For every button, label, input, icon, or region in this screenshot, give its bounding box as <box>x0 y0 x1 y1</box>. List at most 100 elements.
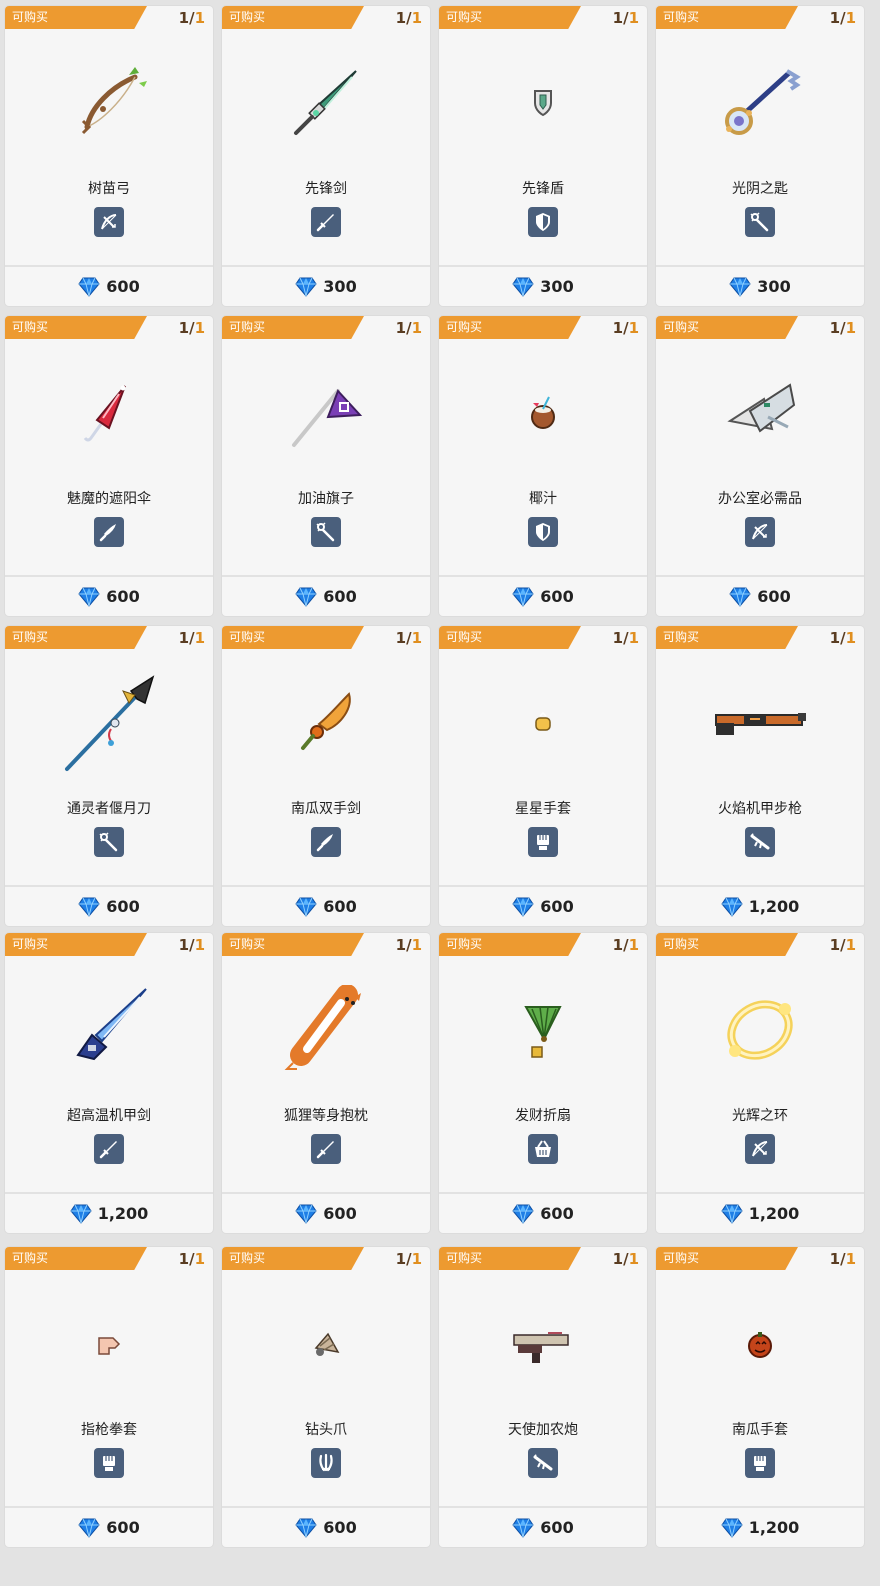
stock-current: 1 <box>178 9 190 27</box>
stock-max: 1 <box>411 1250 422 1268</box>
shop-item-card[interactable]: 可购买 1/1 发财折扇 600 <box>439 933 647 1233</box>
shop-item-card[interactable]: 可购买 1/1 狐狸等身抱枕 600 <box>222 933 430 1233</box>
shop-item-card[interactable]: 可购买 1/1 魅魔的遮阳伞 600 <box>5 316 213 616</box>
shop-item-card[interactable]: 可购买 1/1 南瓜手套 1,200 <box>656 1247 864 1547</box>
stock-max: 1 <box>628 9 639 27</box>
price-button[interactable]: 600 <box>656 577 864 616</box>
stock-max: 1 <box>628 319 639 337</box>
stock-counter: 1/1 <box>613 318 639 338</box>
shop-item-card[interactable]: 可购买 1/1 火焰机甲步枪 1,200 <box>656 626 864 926</box>
shop-item-card[interactable]: 可购买 1/1 星星手套 600 <box>439 626 647 926</box>
shop-item-card[interactable]: 可购买 1/1 南瓜双手剑 600 <box>222 626 430 926</box>
purchasable-tag: 可购买 <box>439 626 581 649</box>
purchasable-label: 可购买 <box>12 10 49 24</box>
gem-icon <box>78 277 100 297</box>
gem-icon <box>512 897 534 917</box>
purchasable-tag: 可购买 <box>222 316 364 339</box>
shop-item-card[interactable]: 可购买 1/1 加油旗子 600 <box>222 316 430 616</box>
purchasable-label: 可购买 <box>446 1251 483 1265</box>
shop-item-card[interactable]: 可购买 1/1 指枪拳套 600 <box>5 1247 213 1547</box>
purchasable-tag: 可购买 <box>5 6 147 29</box>
parasol-icon <box>5 342 213 484</box>
price-value: 600 <box>540 897 574 916</box>
item-name: 南瓜手套 <box>732 1422 788 1438</box>
gem-icon <box>512 1518 534 1538</box>
flame-mech-rifle-icon <box>656 652 864 794</box>
vanguard-shield-icon <box>439 32 647 174</box>
price-button[interactable]: 1,200 <box>656 1508 864 1547</box>
stock-counter: 1/1 <box>396 1249 422 1269</box>
price-button[interactable]: 600 <box>222 887 430 926</box>
stock-counter: 1/1 <box>179 628 205 648</box>
sword-icon <box>311 1134 341 1164</box>
purchasable-tag: 可购买 <box>222 933 364 956</box>
purchasable-label: 可购买 <box>446 630 483 644</box>
price-button[interactable]: 1,200 <box>5 1194 213 1233</box>
price-button[interactable]: 600 <box>439 1508 647 1547</box>
price-value: 1,200 <box>748 1204 800 1223</box>
purchasable-tag: 可购买 <box>656 6 798 29</box>
purchasable-tag: 可购买 <box>5 1247 147 1270</box>
gem-icon <box>78 1518 100 1538</box>
stock-counter: 1/1 <box>613 628 639 648</box>
price-button[interactable]: 1,200 <box>656 887 864 926</box>
bow-icon <box>94 207 124 237</box>
purchasable-label: 可购买 <box>12 937 49 951</box>
purchasable-label: 可购买 <box>663 320 700 334</box>
item-name: 火焰机甲步枪 <box>718 801 802 817</box>
stock-max: 1 <box>845 1250 856 1268</box>
shop-item-card[interactable]: 可购买 1/1 钻头爪 600 <box>222 1247 430 1547</box>
purchasable-label: 可购买 <box>229 1251 266 1265</box>
purchasable-label: 可购买 <box>229 630 266 644</box>
stock-max: 1 <box>411 319 422 337</box>
price-value: 600 <box>540 587 574 606</box>
shop-item-card[interactable]: 可购买 1/1 办公室必需品 600 <box>656 316 864 616</box>
price-button[interactable]: 600 <box>439 887 647 926</box>
price-button[interactable]: 600 <box>5 577 213 616</box>
shop-item-card[interactable]: 可购买 1/1 天使加农炮 600 <box>439 1247 647 1547</box>
item-name: 星星手套 <box>515 801 571 817</box>
shop-item-card[interactable]: 可购买 1/1 树苗弓 600 <box>5 6 213 306</box>
item-name: 先锋盾 <box>522 181 564 197</box>
shop-item-card[interactable]: 可购买 1/1 椰汁 600 <box>439 316 647 616</box>
price-button[interactable]: 600 <box>5 267 213 306</box>
time-key-icon <box>656 32 864 174</box>
price-button[interactable]: 600 <box>222 1508 430 1547</box>
price-button[interactable]: 300 <box>656 267 864 306</box>
purchasable-label: 可购买 <box>446 937 483 951</box>
price-button[interactable]: 600 <box>5 1508 213 1547</box>
stock-counter: 1/1 <box>613 8 639 28</box>
item-name: 指枪拳套 <box>81 1422 137 1438</box>
shop-item-card[interactable]: 可购买 1/1 先锋剑 300 <box>222 6 430 306</box>
item-name: 天使加农炮 <box>508 1422 578 1438</box>
shop-item-card[interactable]: 可购买 1/1 先锋盾 300 <box>439 6 647 306</box>
stock-current: 1 <box>829 9 841 27</box>
stock-max: 1 <box>194 1250 205 1268</box>
stock-counter: 1/1 <box>179 318 205 338</box>
shop-item-card[interactable]: 可购买 1/1 光辉之环 1,200 <box>656 933 864 1233</box>
price-value: 600 <box>540 1518 574 1537</box>
stock-max: 1 <box>194 9 205 27</box>
purchasable-label: 可购买 <box>446 320 483 334</box>
price-button[interactable]: 300 <box>439 267 647 306</box>
gem-icon <box>721 1204 743 1224</box>
purchasable-tag: 可购买 <box>5 933 147 956</box>
price-button[interactable]: 600 <box>222 577 430 616</box>
stock-counter: 1/1 <box>396 318 422 338</box>
price-button[interactable]: 600 <box>439 1194 647 1233</box>
stock-max: 1 <box>628 936 639 954</box>
price-button[interactable]: 600 <box>5 887 213 926</box>
price-button[interactable]: 1,200 <box>656 1194 864 1233</box>
price-button[interactable]: 600 <box>439 577 647 616</box>
price-button[interactable]: 300 <box>222 267 430 306</box>
stock-current: 1 <box>612 1250 624 1268</box>
shop-item-card[interactable]: 可购买 1/1 超高温机甲剑 1,200 <box>5 933 213 1233</box>
shop-grid: 可购买 1/1 树苗弓 600 可购买 1/1 先锋剑 300 可购买 1/1 先锋盾 300 可购买 1… <box>0 0 880 1586</box>
gem-icon <box>295 1518 317 1538</box>
shop-item-card[interactable]: 可购买 1/1 通灵者偃月刀 600 <box>5 626 213 926</box>
cheer-flag-icon <box>222 342 430 484</box>
pumpkin-glove-icon <box>656 1273 864 1415</box>
shield-icon <box>528 207 558 237</box>
price-button[interactable]: 600 <box>222 1194 430 1233</box>
shop-item-card[interactable]: 可购买 1/1 光阴之匙 300 <box>656 6 864 306</box>
